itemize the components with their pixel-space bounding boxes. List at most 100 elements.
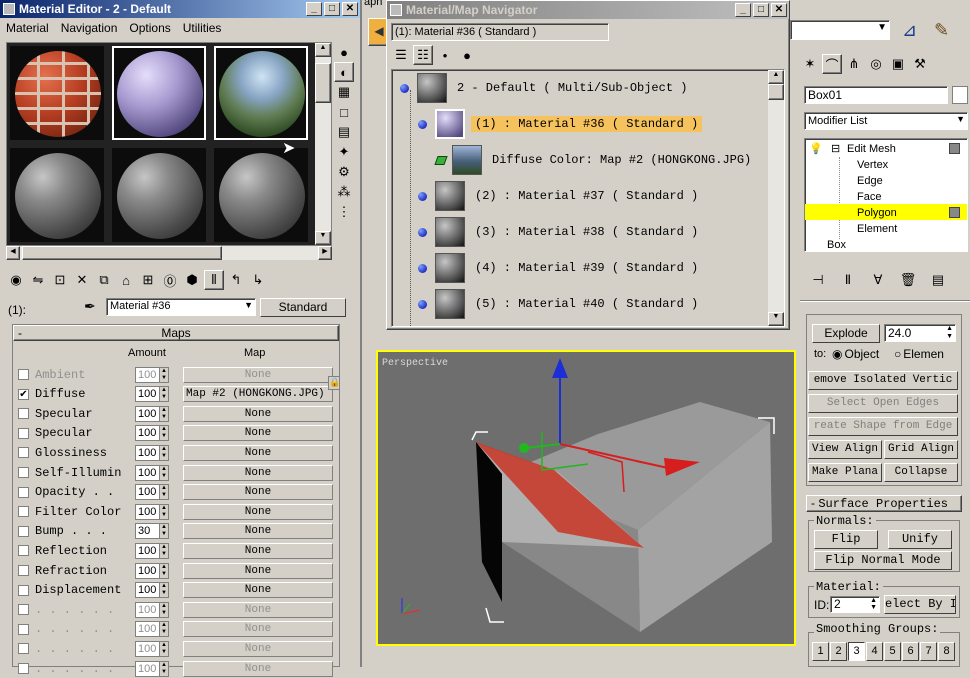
map-button[interactable]: None [183,660,333,677]
put-to-library-icon[interactable]: ⊞ [138,270,158,290]
flip-button[interactable]: Flip [814,530,878,549]
make-preview-icon[interactable]: ✦ [334,142,354,162]
nav-vscroll[interactable]: ▲ ▼ [768,70,784,326]
scroll-up-button[interactable]: ▲ [768,70,784,84]
explode-spinner[interactable]: 24.0 ▲ ▼ [884,324,956,342]
menu-options[interactable]: Options [129,21,170,35]
modify-tab-icon[interactable]: ⌒ [822,54,842,74]
stack-root[interactable]: Edit Mesh [847,141,896,157]
stack-config-icon[interactable] [949,207,960,218]
material-id-icon[interactable]: ⓪ [160,270,180,290]
map-checkbox[interactable] [18,643,29,655]
map-checkbox[interactable] [18,447,29,459]
scroll-thumb[interactable] [315,63,331,103]
map-checkbox[interactable] [18,467,29,478]
minimize-button[interactable]: _ [306,2,322,16]
make-planar-button[interactable]: Make Plana [808,463,882,482]
smoothing-group-4[interactable]: 4 [866,642,883,661]
stack-face[interactable]: Face [857,189,881,205]
smoothing-group-3[interactable]: 3 [848,642,865,661]
smoothing-group-1[interactable]: 1 [812,642,829,661]
view-list-icon[interactable]: ☰ [391,45,411,65]
material-type-button[interactable]: Standard [260,298,346,317]
smoothing-group-5[interactable]: 5 [884,642,901,661]
surface-properties-header[interactable]: - Surface Properties [806,495,962,512]
stack-polygon[interactable]: Polygon [857,205,897,221]
pin-stack-icon[interactable]: ⊣ [808,270,828,290]
map-checkbox[interactable] [18,663,29,674]
scroll-down-button[interactable]: ▼ [315,231,331,245]
map-checkbox[interactable] [18,584,29,596]
amount-spinner[interactable]: 100 ▲ ▼ [135,640,169,657]
map-checkbox[interactable]: ✔ [18,388,29,400]
amount-spinner[interactable]: 100 ▲ ▼ [135,582,169,599]
background-icon[interactable]: ▦ [334,82,354,102]
flip-normal-mode-button[interactable]: Flip Normal Mode [814,551,952,570]
map-checkbox[interactable] [18,623,29,635]
map-button[interactable]: Map #2 (HONGKONG.JPG) [183,386,333,403]
show-map-icon[interactable]: ⬢ [182,270,202,290]
material-name-dropdown[interactable]: Material #36 ▼ [106,298,256,316]
backlight-icon[interactable]: ◐ [334,62,354,82]
select-by-material-icon[interactable]: ⁂ [334,182,354,202]
sample-slot-3[interactable] [213,45,309,141]
amount-spinner[interactable]: 100 ▲ ▼ [135,464,169,481]
assign-material-icon[interactable]: ⊡ [50,270,70,290]
stack-config-icon[interactable] [949,143,960,154]
map-button[interactable]: None [183,621,333,638]
stack-expand-icon[interactable]: ⊟ [831,141,840,157]
map-button[interactable]: None [183,582,333,599]
get-material-icon[interactable]: ◉ [6,270,26,290]
hscroll-right-button[interactable]: ▶ [318,246,332,260]
stack-element[interactable]: Element [857,221,897,237]
amount-spinner[interactable]: 30 ▲ ▼ [135,523,169,540]
id-spinner[interactable]: 2 ▲ ▼ [830,596,880,613]
perspective-viewport[interactable]: Perspective [376,350,796,646]
go-to-parent-icon[interactable]: ↰ [226,270,246,290]
menu-material[interactable]: Material [6,21,49,35]
collapse-button[interactable]: Collapse [884,463,958,482]
make-unique-icon[interactable]: ∀ [868,270,888,290]
hscroll-thumb[interactable] [22,246,222,260]
amount-spinner[interactable]: 100 ▲ ▼ [135,444,169,461]
unify-button[interactable]: Unify [888,530,952,549]
smoothing-group-2[interactable]: 2 [830,642,847,661]
map-checkbox[interactable] [18,525,29,537]
close-button[interactable]: ✕ [342,2,358,16]
stack-vertex[interactable]: Vertex [857,157,888,173]
scroll-up-button[interactable]: ▲ [315,43,331,57]
navigator-row-6[interactable]: (5) : Material #40 ( Standard ) [418,288,702,320]
view-list-icons-icon[interactable]: ☷ [413,45,433,65]
map-navigator-icon[interactable]: ⋮ [334,202,354,222]
hscroll-left-button[interactable]: ◀ [6,246,20,260]
go-forward-icon[interactable]: ↳ [248,270,268,290]
uv-tiling-icon[interactable]: □ [334,102,354,122]
mirror-icon[interactable]: ⊿ [902,20,926,44]
map-button[interactable]: None [183,542,333,559]
make-copy-icon[interactable]: ⧉ [94,270,114,290]
maps-rollout-header[interactable]: - Maps [13,325,339,341]
map-button[interactable]: None [183,484,333,501]
close-button[interactable]: ✕ [771,3,787,17]
radio-object[interactable]: ◉ Object [832,347,879,361]
amount-spinner[interactable]: 100 ▲ ▼ [135,366,169,383]
pick-material-icon[interactable]: ✒ [84,298,96,315]
stack-lightbulb-icon[interactable]: 💡 [809,141,823,157]
navigator-row-4[interactable]: (3) : Material #38 ( Standard ) [418,216,702,248]
map-button[interactable]: None [183,640,333,657]
utilities-tab-icon[interactable]: ⚒ [910,54,930,74]
map-checkbox[interactable] [18,604,29,616]
map-button[interactable]: None [183,601,333,618]
put-to-scene-icon[interactable]: ⇋ [28,270,48,290]
motion-tab-icon[interactable]: ◎ [866,54,886,74]
map-checkbox[interactable] [18,545,29,557]
map-checkbox[interactable] [18,486,29,498]
map-button[interactable]: None [183,523,333,540]
align-icon[interactable]: ✎ [934,20,960,44]
amount-spinner[interactable]: 100 ▲ ▼ [135,562,169,579]
map-button[interactable]: None [183,444,333,461]
navigator-row-2[interactable]: Diffuse Color: Map #2 (HONGKONG.JPG) [434,144,755,176]
view-small-icons-icon[interactable]: • [435,45,455,65]
maximize-button[interactable]: □ [753,3,769,17]
show-end-result-icon[interactable]: ⫴ [204,270,224,290]
